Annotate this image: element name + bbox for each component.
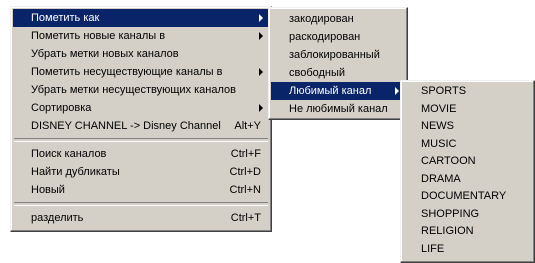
menu-item-remove-new-marks[interactable]: Убрать метки новых каналов (13, 45, 269, 63)
favorite-category-documentary[interactable]: DOCUMENTARY (403, 188, 532, 206)
submenu-favorite-categories: SPORTS MOVIE NEWS MUSIC CARTOON DRAMA DO… (400, 80, 535, 263)
menu-item-mark-as[interactable]: Пометить как (13, 9, 269, 27)
submenu-arrow-icon (259, 14, 263, 22)
menu-item-shortcut: Ctrl+N (229, 184, 261, 196)
submenu-arrow-icon (395, 87, 399, 95)
menu-separator (14, 138, 268, 142)
submenu-item-decrypted[interactable]: раскодирован (271, 28, 405, 46)
menu-item-new[interactable]: Новый Ctrl+N (13, 181, 269, 199)
menu-item-label: MOVIE (421, 102, 457, 115)
menu-item-find-duplicates[interactable]: Найти дубликаты Ctrl+D (13, 163, 269, 181)
menu-item-find-channels[interactable]: Поиск каналов Ctrl+F (13, 145, 269, 163)
menu-item-shortcut: Ctrl+D (229, 166, 261, 178)
menu-item-label: Не любимый канал (289, 103, 388, 115)
menu-item-label: свободный (289, 67, 346, 79)
menu-item-label: Любимый канал (289, 85, 372, 97)
menu-item-label: RELIGION (421, 225, 474, 237)
submenu-item-free[interactable]: свободный (271, 64, 405, 82)
favorite-category-sports[interactable]: SPORTS (403, 83, 532, 101)
favorite-category-shopping[interactable]: SHOPPING (403, 206, 532, 224)
submenu-item-not-favorite[interactable]: Не любимый канал (271, 100, 405, 118)
menu-item-shortcut: Ctrl+F (230, 148, 261, 160)
submenu-mark-as: закодирован раскодирован заблокированный… (268, 7, 408, 120)
favorite-category-cartoon[interactable]: CARTOON (403, 153, 532, 171)
menu-item-label: SPORTS (421, 85, 467, 97)
menu-item-label: заблокированный (289, 49, 380, 61)
submenu-item-locked[interactable]: заблокированный (271, 46, 405, 64)
submenu-item-favorite[interactable]: Любимый канал (271, 82, 405, 100)
menu-item-label: Сортировка (31, 102, 92, 114)
menu-item-label: Убрать метки несуществующих каналов (31, 84, 236, 96)
menu-item-label: раскодирован (289, 31, 361, 43)
favorite-category-life[interactable]: LIFE (403, 241, 532, 259)
favorite-category-news[interactable]: NEWS (403, 118, 532, 136)
menu-item-label: Убрать метки новых каналов (31, 48, 179, 60)
menu-item-rename-disney[interactable]: DISNEY CHANNEL -> Disney Channel Alt+Y (13, 117, 269, 135)
menu-item-mark-new-channels[interactable]: Пометить новые каналы в (13, 27, 269, 45)
submenu-item-encrypted[interactable]: закодирован (271, 10, 405, 28)
menu-item-mark-missing-channels[interactable]: Пометить несуществующие каналы в (13, 63, 269, 81)
menu-item-label: Пометить новые каналы в (31, 30, 166, 42)
context-menu-main: Пометить как Пометить новые каналы в Убр… (10, 6, 272, 232)
submenu-arrow-icon (259, 32, 263, 40)
menu-item-label: DISNEY CHANNEL -> Disney Channel (31, 120, 221, 132)
menu-item-shortcut: Ctrl+T (230, 212, 261, 224)
menu-item-label: Новый (31, 184, 65, 196)
favorite-category-religion[interactable]: RELIGION (403, 223, 532, 241)
menu-item-label: Найти дубликаты (31, 166, 120, 178)
menu-item-label: MUSIC (421, 137, 457, 150)
menu-separator (14, 202, 268, 206)
menu-item-shortcut: Alt+Y (234, 120, 261, 132)
menu-item-sort[interactable]: Сортировка (13, 99, 269, 117)
menu-item-label: LIFE (421, 242, 445, 255)
favorite-category-music[interactable]: MUSIC (403, 136, 532, 154)
submenu-arrow-icon (259, 104, 263, 112)
favorite-category-drama[interactable]: DRAMA (403, 171, 532, 189)
menu-item-label: Пометить несуществующие каналы в (31, 66, 223, 78)
menu-item-label: CARTOON (421, 155, 476, 167)
menu-item-label: DOCUMENTARY (421, 190, 507, 202)
menu-item-label: Пометить как (31, 12, 100, 24)
menu-item-remove-missing-marks[interactable]: Убрать метки несуществующих каналов (13, 81, 269, 99)
menu-item-label: SHOPPING (421, 207, 480, 220)
menu-item-label: DRAMA (421, 172, 461, 185)
favorite-category-movie[interactable]: MOVIE (403, 101, 532, 119)
menu-item-split[interactable]: разделить Ctrl+T (13, 209, 269, 227)
menu-item-label: закодирован (289, 13, 354, 25)
submenu-arrow-icon (259, 68, 263, 76)
menu-item-label: разделить (31, 212, 84, 224)
menu-item-label: NEWS (421, 120, 454, 132)
menu-item-label: Поиск каналов (31, 148, 107, 160)
